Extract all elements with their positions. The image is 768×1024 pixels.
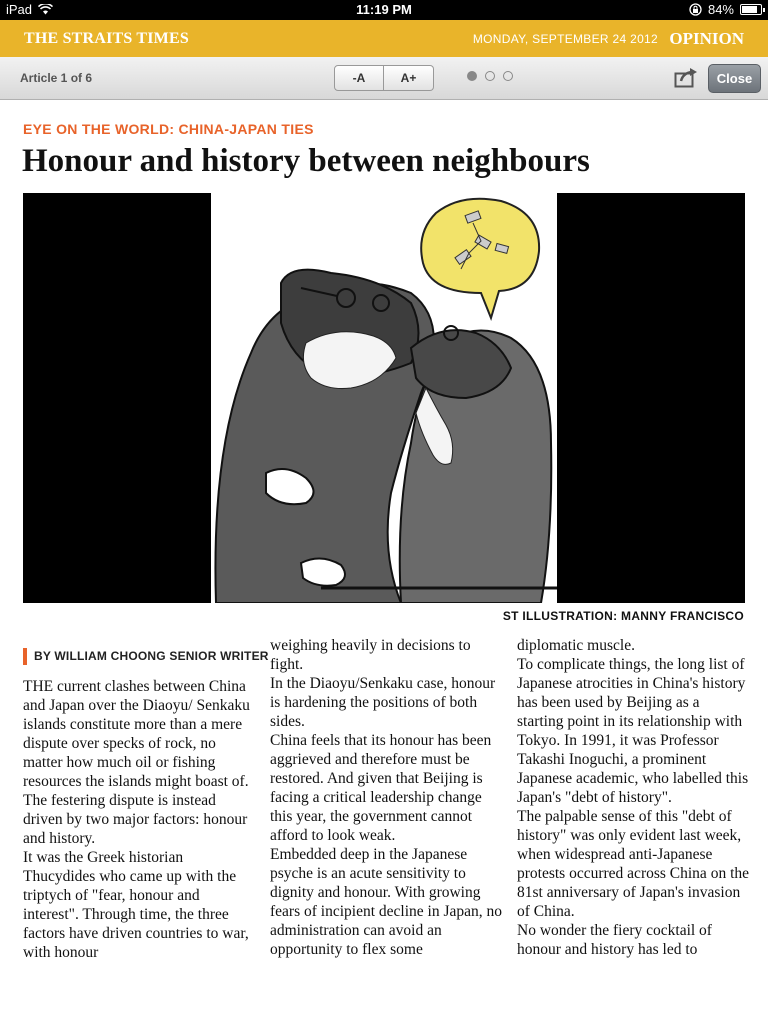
font-decrease-button[interactable]: -A [334,65,384,91]
article-column-1: THE current clashes between China and Ja… [23,677,255,1003]
page-dot[interactable] [503,71,513,81]
article-headline: Honour and history between neighbours [22,143,590,179]
article-paragraph: No wonder the fiery cocktail of honour a… [517,922,712,958]
close-button[interactable]: Close [708,64,761,93]
reader-toolbar: Article 1 of 6 -A A+ Close [0,57,768,100]
article-paragraph: To complicate things, the long list of J… [517,656,749,806]
article-counter: Article 1 of 6 [20,71,93,85]
article-kicker: EYE ON THE WORLD: CHINA-JAPAN TIES [23,121,314,137]
lock-rotation-icon [689,3,702,16]
page-dot[interactable] [485,71,495,81]
article-paragraph: The palpable sense of this "debt of hist… [517,808,749,920]
battery-percent: 84% [707,2,734,17]
status-time: 11:19 PM [356,2,412,17]
article-paragraph: THE current clashes between China and Ja… [23,678,250,790]
section-name: OPINION [669,29,744,48]
status-bar: iPad 11:19 PM 84% [0,0,768,20]
image-credit: ST ILLUSTRATION: MANNY FRANCISCO [502,609,744,623]
article-column-2: weighing heavily in decisions to fight. … [270,636,502,1003]
font-size-controls: -A A+ [334,65,434,91]
byline: BY WILLIAM CHOONG SENIOR WRITER [23,648,269,665]
font-increase-button[interactable]: A+ [384,65,434,91]
masthead: THE STRAITS TIMES MONDAY, SEPTEMBER 24 2… [0,20,768,57]
battery-icon [740,4,765,15]
publication-logo: THE STRAITS TIMES [24,30,189,47]
article-illustration[interactable] [23,193,745,603]
cartoon-illustration [211,193,557,603]
page-dot[interactable] [467,71,477,81]
article-paragraph: weighing heavily in decisions to fight. [270,637,471,673]
article-paragraph: In the Diaoyu/Senkaku case, honour is ha… [270,675,496,730]
article-paragraph: diplomatic muscle. [517,637,635,654]
article-column-3: diplomatic muscle. To complicate things,… [517,636,749,1003]
article-paragraph: Embedded deep in the Japanese psyche is … [270,846,502,958]
share-icon[interactable] [674,66,698,88]
article-paragraph: It was the Greek historian Thucydides wh… [23,849,249,961]
article-paragraph: The festering dispute is instead driven … [23,792,248,847]
article-paragraph: China feels that its honour has been agg… [270,732,492,844]
issue-date: MONDAY, SEPTEMBER 24 2012 [472,32,658,46]
page-indicator[interactable] [467,71,513,81]
